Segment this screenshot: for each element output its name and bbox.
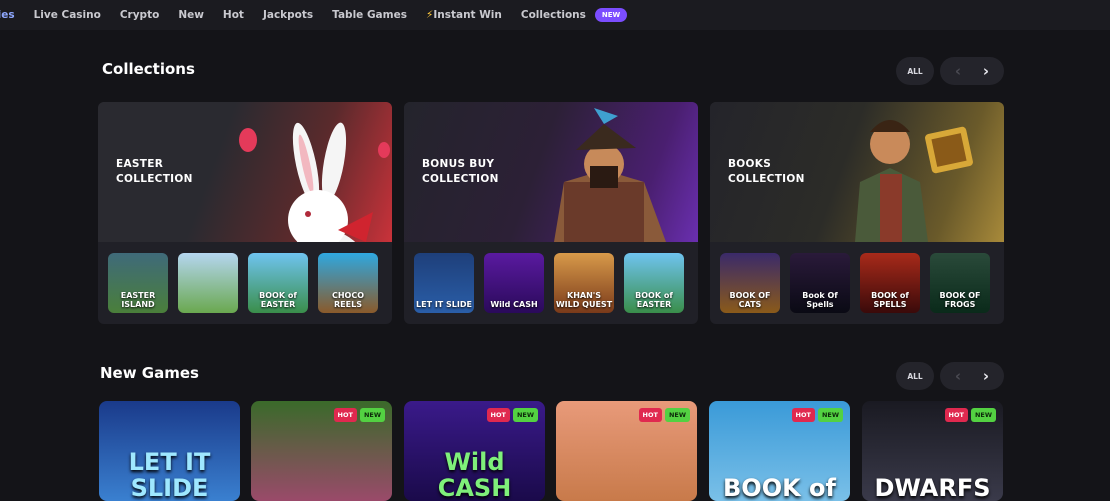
game-thumb[interactable]: BOOK of EASTER [624, 253, 684, 313]
collections-all-button[interactable]: ALL [896, 57, 934, 85]
nav-item-collections[interactable]: Collections [521, 9, 586, 21]
top-navigation: lies Live Casino Crypto New Hot Jackpots… [0, 0, 1110, 30]
collection-card-easter[interactable]: EASTER COLLECTION EASTER ISLAND BOOK of … [98, 102, 392, 324]
game-card-title: BOOK of [723, 474, 836, 501]
hot-tag: HOT [486, 408, 510, 422]
nav-item-jackpots[interactable]: Jackpots [263, 9, 313, 21]
game-thumb[interactable]: CHOCO REELS [318, 253, 378, 313]
collection-title-easter: EASTER COLLECTION [116, 157, 193, 187]
game-card[interactable]: HOT NEW BOOK of [709, 401, 850, 501]
collection-title-books: BOOKS COLLECTION [728, 157, 805, 187]
collection-card-bonus-buy[interactable]: BONUS BUY COLLECTION LET IT SLIDE Wild C… [404, 102, 698, 324]
chevron-left-icon[interactable]: ‹ [955, 367, 961, 385]
collection-card-books[interactable]: BOOKS COLLECTION BOOK OF CATS Book Of Sp… [710, 102, 1004, 324]
game-thumb[interactable]: BOOK OF FROGS [930, 253, 990, 313]
new-games-title: New Games [100, 364, 199, 382]
hot-tag: HOT [333, 408, 357, 422]
game-thumb[interactable] [178, 253, 238, 313]
collections-controls: ALL ‹ › [896, 57, 1004, 85]
game-card[interactable]: HOT NEW [556, 401, 697, 501]
game-thumb[interactable]: BOOK of EASTER [248, 253, 308, 313]
game-thumb[interactable]: Book Of Spells [790, 253, 850, 313]
chevron-right-icon[interactable]: › [983, 62, 989, 80]
game-card-title: LET IT SLIDE [128, 448, 211, 501]
new-tag: NEW [512, 408, 538, 422]
chevron-right-icon[interactable]: › [983, 367, 989, 385]
collection-thumbs-bonus-buy: LET IT SLIDE Wild CASH KHAN'S WILD QUEST… [414, 253, 684, 313]
game-thumb[interactable]: LET IT SLIDE [414, 253, 474, 313]
collection-title-line2: COLLECTION [422, 173, 499, 185]
game-thumb[interactable]: EASTER ISLAND [108, 253, 168, 313]
new-games-controls: ALL ‹ › [896, 362, 1004, 390]
new-tag: NEW [359, 408, 385, 422]
new-tag: NEW [970, 408, 996, 422]
nav-item-instant-win[interactable]: ⚡Instant Win [426, 9, 502, 21]
game-tags: HOT NEW [333, 408, 385, 422]
new-tag: NEW [664, 408, 690, 422]
game-thumb[interactable]: BOOK OF CATS [720, 253, 780, 313]
game-card-title: Wild CASH [437, 448, 512, 501]
chevron-left-icon[interactable]: ‹ [955, 62, 961, 80]
game-card-title: DWARFS [874, 474, 991, 501]
game-tags: HOT NEW [791, 408, 843, 422]
game-thumb[interactable]: BOOK of SPELLS [860, 253, 920, 313]
nav-item-table-games[interactable]: Table Games [332, 9, 407, 21]
collection-thumbs-books: BOOK OF CATS Book Of Spells BOOK of SPEL… [720, 253, 990, 313]
new-games-all-button[interactable]: ALL [896, 362, 934, 390]
game-tags: HOT NEW [944, 408, 996, 422]
nav-item-partial[interactable]: lies [0, 9, 15, 21]
nav-item-crypto[interactable]: Crypto [120, 9, 159, 21]
nav-item-new[interactable]: New [178, 9, 204, 21]
game-tags: HOT NEW [638, 408, 690, 422]
game-card[interactable]: HOT NEW Wild CASH [404, 401, 545, 501]
game-tags: HOT NEW [486, 408, 538, 422]
new-badge: NEW [594, 8, 628, 22]
collections-arrows: ‹ › [940, 57, 1004, 85]
collection-title-line2: COLLECTION [116, 173, 193, 185]
nav-item-live-casino[interactable]: Live Casino [34, 9, 101, 21]
nav-item-hot[interactable]: Hot [223, 9, 244, 21]
collection-title-line2: COLLECTION [728, 173, 805, 185]
game-card[interactable]: HOT NEW [251, 401, 392, 501]
game-thumb[interactable]: Wild CASH [484, 253, 544, 313]
new-tag: NEW [817, 408, 843, 422]
collection-title-line1: EASTER [116, 158, 164, 170]
hot-tag: HOT [638, 408, 662, 422]
game-thumb[interactable]: KHAN'S WILD QUEST [554, 253, 614, 313]
collection-title-line1: BOOKS [728, 158, 772, 170]
collections-title: Collections [102, 60, 195, 78]
hot-tag: HOT [944, 408, 968, 422]
collection-thumbs-easter: EASTER ISLAND BOOK of EASTER CHOCO REELS [108, 253, 378, 313]
new-games-arrows: ‹ › [940, 362, 1004, 390]
game-card[interactable]: LET IT SLIDE [99, 401, 240, 501]
hot-tag: HOT [791, 408, 815, 422]
collection-title-bonus-buy: BONUS BUY COLLECTION [422, 157, 499, 187]
game-card[interactable]: HOT NEW DWARFS [862, 401, 1003, 501]
collection-title-line1: BONUS BUY [422, 158, 495, 170]
nav-item-instant-win-label: Instant Win [433, 9, 502, 21]
